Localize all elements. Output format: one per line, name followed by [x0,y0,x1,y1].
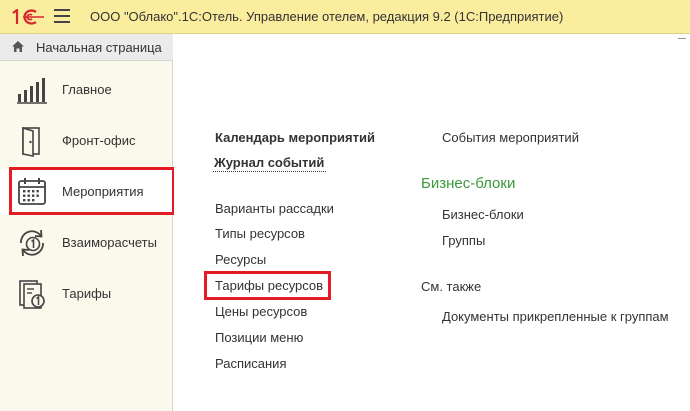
hamburger-menu-icon[interactable] [54,9,70,23]
see-also-label: См. также [421,279,482,294]
section-title-business-blocks: Бизнес-блоки [421,175,516,192]
calendar-icon [18,178,46,205]
link-resources[interactable]: Ресурсы [215,252,266,267]
title-bar: ООО "Облако".1С:Отель. Управление отелем… [0,0,690,34]
sidebar-home-label: Начальная страница [36,40,162,55]
focus-underline [213,171,326,172]
link-business-blocks[interactable]: Бизнес-блоки [442,207,524,222]
bar-chart-icon [17,78,47,104]
sidebar-item-home[interactable]: Начальная страница [0,34,173,61]
link-groups[interactable]: Группы [442,233,485,248]
1c-logo-icon[interactable] [11,9,45,25]
close-icon[interactable] [678,38,686,46]
sidebar-item-label: Взаиморасчеты [62,235,157,250]
link-seating-options[interactable]: Варианты рассадки [215,201,334,216]
sidebar-item-tariffs[interactable]: Тарифы [0,271,173,317]
link-menu-items[interactable]: Позиции меню [215,330,303,345]
link-resource-tariffs[interactable]: Тарифы ресурсов [215,278,323,293]
sidebar-item-front-office[interactable]: Фронт-офис [0,118,173,164]
home-icon [12,41,24,52]
link-group-attached-docs[interactable]: Документы прикрепленные к группам [442,309,669,324]
sidebar-item-label: Мероприятия [62,184,144,199]
link-resource-prices[interactable]: Цены ресурсов [215,304,307,319]
sidebar-item-main[interactable]: Главное [0,67,173,113]
main-panel: Календарь мероприятий Журнал событий Вар… [174,34,690,411]
tariff-doc-icon [19,280,45,309]
sidebar-item-events[interactable]: Мероприятия [0,169,173,215]
sidebar-item-label: Тарифы [62,286,112,301]
sidebar: Начальная страница Главное Фронт-офис Ме… [0,34,173,411]
window-title: ООО "Облако".1С:Отель. Управление отелем… [90,9,564,24]
link-events-journal[interactable]: Журнал событий [214,155,324,170]
sidebar-item-settlements[interactable]: Взаиморасчеты [0,220,173,266]
link-event-events[interactable]: События мероприятий [442,130,579,145]
link-schedules[interactable]: Расписания [215,356,286,371]
refresh-coin-icon [20,229,44,257]
sidebar-item-label: Главное [62,82,112,97]
sidebar-item-label: Фронт-офис [62,133,136,148]
door-icon [22,126,40,157]
link-resource-types[interactable]: Типы ресурсов [215,226,305,241]
link-events-calendar[interactable]: Календарь мероприятий [215,130,375,145]
